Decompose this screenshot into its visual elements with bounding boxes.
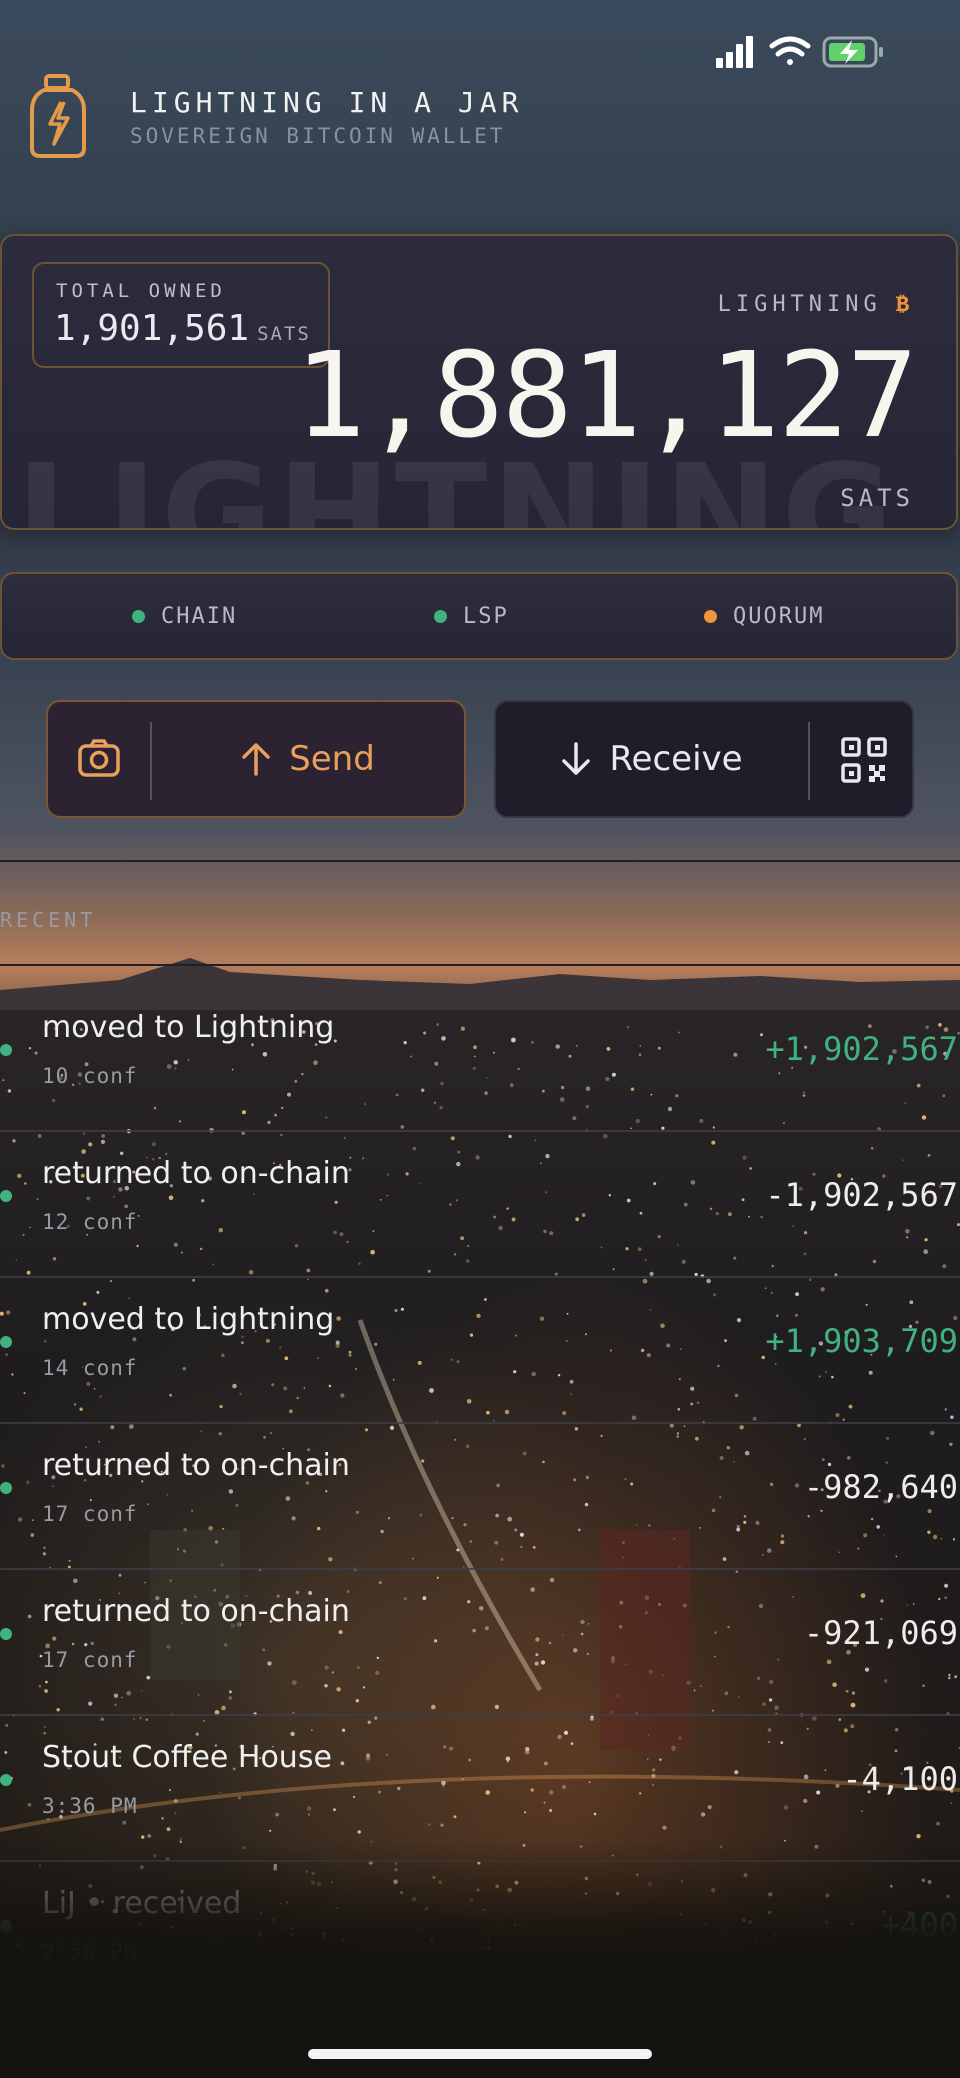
transaction-title: Stout Coffee House [42,1740,332,1775]
arrow-down-icon [562,742,591,775]
transaction-status-dot [0,1774,12,1786]
send-label: Send [289,739,375,779]
status-label: LSP [463,603,509,629]
transaction-status-dot [0,1336,12,1348]
total-owned-box[interactable]: TOTAL OWNED 1,901,561 SATS [32,262,330,368]
app-title: LIGHTNING IN A JAR [130,86,524,119]
transaction-status-dot [0,1482,12,1494]
divider [0,860,960,862]
transaction-row[interactable]: returned to on-chain 17 conf -982,640 [0,1424,960,1570]
transaction-amount: -1,902,567 [765,1176,958,1214]
status-dot [132,609,145,623]
receive-button[interactable]: Receive [496,702,808,816]
total-owned-label: TOTAL OWNED [56,280,226,302]
status-dot [704,609,717,623]
transaction-status-dot [0,1628,12,1640]
balance-card: LIGHTNING TOTAL OWNED 1,901,561 SATS LIGH… [0,234,958,530]
transaction-row[interactable]: moved to Lightning 10 conf +1,902,567 [0,986,960,1132]
transaction-title: moved to Lightning [42,1010,335,1045]
transaction-subtitle: 14 conf [42,1356,138,1380]
camera-icon [78,739,120,777]
lightning-label: LIGHTNING [717,292,882,317]
receive-button-group: Receive [494,700,914,818]
send-button-group: Send [46,700,466,818]
transaction-row[interactable]: moved to Lightning 14 conf +1,903,709 [0,1278,960,1424]
transaction-title: moved to Lightning [42,1302,335,1337]
transaction-amount: -921,069 [803,1614,958,1652]
qr-code-icon [841,737,887,783]
transaction-row[interactable]: returned to on-chain 12 conf -1,902,567 [0,1132,960,1278]
lightning-balance: 1,881,127 [294,326,918,464]
qr-code-button[interactable] [810,702,912,816]
transaction-status-dot [0,1190,12,1202]
send-button[interactable]: Send [152,702,464,816]
transaction-amount: +1,902,567 [765,1030,958,1068]
signal-icon [716,36,753,68]
lightning-balance-unit: SATS [840,484,914,512]
divider [0,964,960,966]
connection-status-bar: CHAIN LSP QUORUM [0,572,958,660]
wifi-icon [769,36,811,65]
arrow-up-icon [242,743,270,776]
total-owned-value-line: 1,901,561 SATS [54,308,311,349]
transaction-status-dot [0,1044,12,1056]
transaction-amount: -982,640 [803,1468,958,1506]
transaction-subtitle: 3:36 PM [42,1794,138,1818]
camera-scan-button[interactable] [48,702,148,816]
status-bar [714,30,914,74]
transaction-subtitle: 17 conf [42,1502,138,1526]
transaction-subtitle: 12 conf [42,1210,138,1234]
jar-logo-icon [28,74,88,158]
status-quorum[interactable]: QUORUM [704,574,824,658]
transaction-subtitle: 10 conf [42,1064,138,1088]
battery-icon [822,36,883,68]
total-owned-value: 1,901,561 [54,308,250,349]
status-dot [434,609,447,623]
transaction-title: returned to on-chain [42,1594,350,1629]
transaction-row[interactable]: returned to on-chain 17 conf -921,069 [0,1570,960,1716]
status-lsp[interactable]: LSP [434,574,509,658]
status-chain[interactable]: CHAIN [132,574,237,658]
transaction-subtitle: 17 conf [42,1648,138,1672]
bottom-fade [0,1840,960,2078]
status-label: CHAIN [161,603,238,629]
recent-heading: RECENT [0,908,97,932]
transaction-amount: -4,100 [842,1760,958,1798]
lightning-label-line: LIGHTNING ₿ [718,292,914,318]
home-indicator[interactable] [308,2049,652,2059]
transaction-amount: +1,903,709 [765,1322,958,1360]
transaction-title: returned to on-chain [42,1448,350,1483]
bitcoin-icon: ₿ [895,292,914,317]
status-label: QUORUM [733,603,825,629]
transaction-title: returned to on-chain [42,1156,350,1191]
app-subtitle: SOVEREIGN BITCOIN WALLET [130,124,506,148]
receive-label: Receive [609,739,743,779]
